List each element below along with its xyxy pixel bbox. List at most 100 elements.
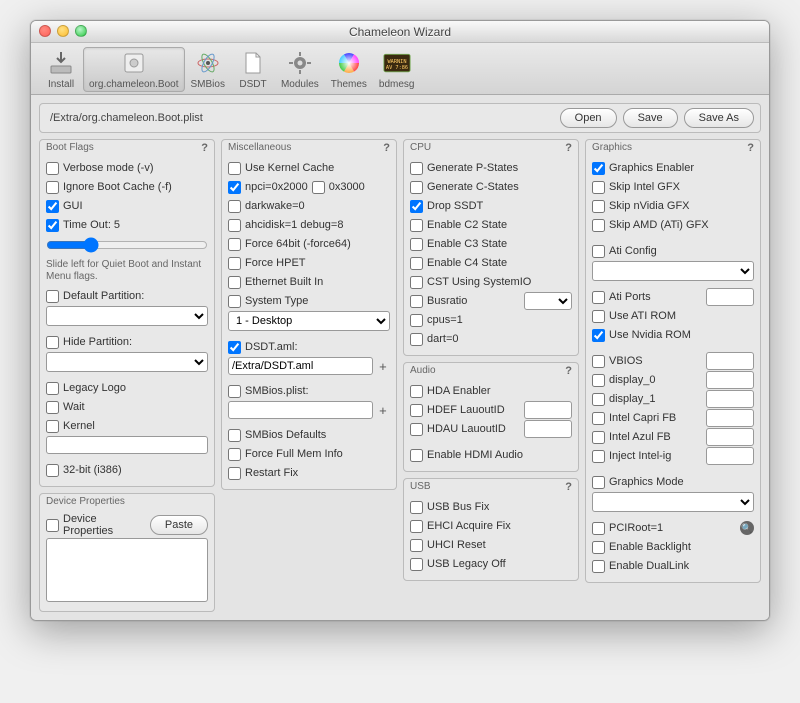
dropssdt-checkbox[interactable] [410, 200, 423, 213]
hdau-input[interactable] [524, 420, 572, 438]
dsdt-checkbox[interactable] [228, 341, 241, 354]
restartfix-checkbox[interactable] [228, 467, 241, 480]
d1-checkbox[interactable] [592, 393, 605, 406]
gmode-select[interactable] [592, 492, 754, 512]
darkwake-checkbox[interactable] [228, 200, 241, 213]
injectig-input[interactable] [706, 447, 754, 465]
hide-partition-checkbox[interactable] [46, 336, 59, 349]
injectig-checkbox[interactable] [592, 450, 605, 463]
azul-input[interactable] [706, 428, 754, 446]
toolbar-modules[interactable]: Modules [275, 47, 325, 92]
i386-checkbox[interactable] [46, 464, 59, 477]
aticonfig-checkbox[interactable] [592, 245, 605, 258]
legacy-logo-checkbox[interactable] [46, 382, 59, 395]
systemtype-select[interactable]: 1 - Desktop [228, 311, 390, 331]
smbios-defaults-checkbox[interactable] [228, 429, 241, 442]
save-button[interactable]: Save [623, 108, 678, 128]
verbose-checkbox[interactable] [46, 162, 59, 175]
help-icon[interactable]: ? [747, 142, 754, 154]
skipamd-checkbox[interactable] [592, 219, 605, 232]
kernel-input[interactable] [46, 436, 208, 454]
gui-checkbox[interactable] [46, 200, 59, 213]
saveas-button[interactable]: Save As [684, 108, 754, 128]
useatirom-checkbox[interactable] [592, 310, 605, 323]
capri-input[interactable] [706, 409, 754, 427]
default-partition-checkbox[interactable] [46, 290, 59, 303]
help-icon[interactable]: ? [565, 365, 572, 377]
zoom-icon[interactable] [75, 25, 87, 37]
use-kernel-cache-checkbox[interactable] [228, 162, 241, 175]
vbios-checkbox[interactable] [592, 355, 605, 368]
help-icon[interactable]: ? [565, 481, 572, 493]
capri-checkbox[interactable] [592, 412, 605, 425]
wait-checkbox[interactable] [46, 401, 59, 414]
devprops-checkbox[interactable] [46, 519, 59, 532]
toolbar-install[interactable]: Install [39, 47, 83, 92]
force64-checkbox[interactable] [228, 238, 241, 251]
help-icon[interactable]: ? [201, 142, 208, 154]
ahcidisk-checkbox[interactable] [228, 219, 241, 232]
timeout-checkbox[interactable] [46, 219, 59, 232]
usblegacy-checkbox[interactable] [410, 558, 423, 571]
close-icon[interactable] [39, 25, 51, 37]
help-icon[interactable]: ? [565, 142, 572, 154]
minimize-icon[interactable] [57, 25, 69, 37]
ethernet-checkbox[interactable] [228, 276, 241, 289]
azul-checkbox[interactable] [592, 431, 605, 444]
npci2000-checkbox[interactable] [228, 181, 241, 194]
cpus1-checkbox[interactable] [410, 314, 423, 327]
busratio-select[interactable] [524, 292, 572, 310]
d1-input[interactable] [706, 390, 754, 408]
uhci-checkbox[interactable] [410, 539, 423, 552]
genp-checkbox[interactable] [410, 162, 423, 175]
toolbar-bdmesg[interactable]: WARNINAV 7:86 bdmesg [373, 47, 421, 92]
default-partition-select[interactable] [46, 306, 208, 326]
hdau-checkbox[interactable] [410, 423, 423, 436]
toolbar-boot[interactable]: org.chameleon.Boot [83, 47, 185, 92]
hdef-checkbox[interactable] [410, 404, 423, 417]
dart-checkbox[interactable] [410, 333, 423, 346]
cstsys-checkbox[interactable] [410, 276, 423, 289]
ehci-checkbox[interactable] [410, 520, 423, 533]
aticonfig-select[interactable] [592, 261, 754, 281]
systemtype-checkbox[interactable] [228, 295, 241, 308]
busratio-checkbox[interactable] [410, 295, 423, 308]
pciroot-checkbox[interactable] [592, 522, 605, 535]
atiports-checkbox[interactable] [592, 291, 605, 304]
atiports-input[interactable] [706, 288, 754, 306]
hdmi-checkbox[interactable] [410, 449, 423, 462]
toolbar-dsdt[interactable]: DSDT [231, 47, 275, 92]
forcefullmem-checkbox[interactable] [228, 448, 241, 461]
toolbar-smbios[interactable]: SMBios [185, 47, 231, 92]
smbios-path-input[interactable] [228, 401, 373, 419]
help-icon[interactable]: ? [383, 142, 390, 154]
c2-checkbox[interactable] [410, 219, 423, 232]
d0-input[interactable] [706, 371, 754, 389]
usenvrom-checkbox[interactable] [592, 329, 605, 342]
open-button[interactable]: Open [560, 108, 617, 128]
timeout-slider[interactable] [46, 237, 208, 253]
hide-partition-select[interactable] [46, 352, 208, 372]
smbios-plist-checkbox[interactable] [228, 385, 241, 398]
genc-checkbox[interactable] [410, 181, 423, 194]
skipintel-checkbox[interactable] [592, 181, 605, 194]
forcehpet-checkbox[interactable] [228, 257, 241, 270]
backlight-checkbox[interactable] [592, 541, 605, 554]
d0-checkbox[interactable] [592, 374, 605, 387]
dsdt-add-button[interactable]: + [376, 359, 390, 374]
hdaenabler-checkbox[interactable] [410, 385, 423, 398]
hdef-input[interactable] [524, 401, 572, 419]
gfxenabler-checkbox[interactable] [592, 162, 605, 175]
c4-checkbox[interactable] [410, 257, 423, 270]
npci3000-checkbox[interactable] [312, 181, 325, 194]
skipnv-checkbox[interactable] [592, 200, 605, 213]
toolbar-themes[interactable]: Themes [325, 47, 373, 92]
dsdt-path-input[interactable] [228, 357, 373, 375]
gmode-checkbox[interactable] [592, 476, 605, 489]
search-icon[interactable]: 🔍 [740, 521, 754, 535]
c3-checkbox[interactable] [410, 238, 423, 251]
devprops-textarea[interactable] [46, 538, 208, 602]
duallink-checkbox[interactable] [592, 560, 605, 573]
usbbusfix-checkbox[interactable] [410, 501, 423, 514]
vbios-input[interactable] [706, 352, 754, 370]
